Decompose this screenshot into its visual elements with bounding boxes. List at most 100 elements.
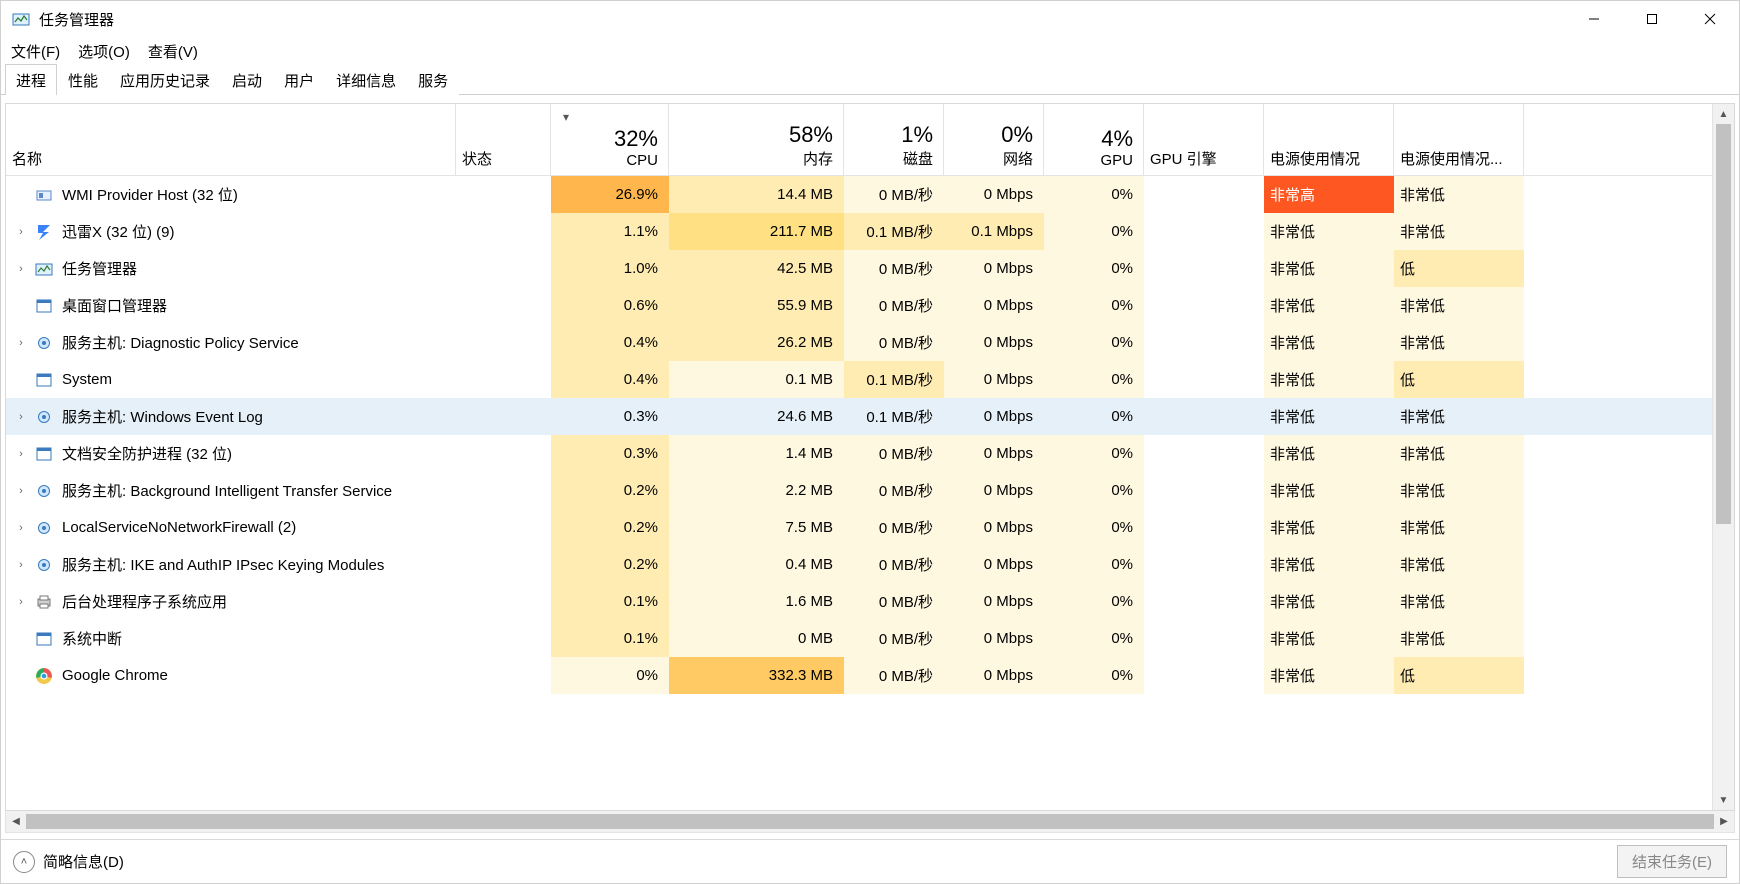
expander-icon[interactable]: › — [14, 337, 28, 349]
net-cell: 0 Mbps — [944, 250, 1044, 287]
mem-cell: 55.9 MB — [669, 287, 844, 324]
expander-icon[interactable]: › — [14, 485, 28, 497]
window-title: 任务管理器 — [39, 9, 114, 30]
table-row[interactable]: ›LocalServiceNoNetworkFirewall (2)0.2%7.… — [6, 509, 1712, 546]
status-cell — [456, 287, 551, 324]
minimize-button[interactable] — [1565, 1, 1623, 37]
tab-6[interactable]: 服务 — [407, 64, 459, 95]
hscrollbar-thumb[interactable] — [26, 814, 1714, 829]
expander-icon[interactable]: › — [14, 411, 28, 423]
expander-icon[interactable]: › — [14, 448, 28, 460]
content: 名称 状态 ▾ 32% CPU 58% 内存 1% 磁盘 — [1, 95, 1739, 839]
expander-icon[interactable]: › — [14, 263, 28, 275]
expander-icon[interactable]: › — [14, 559, 28, 571]
scroll-down-icon[interactable]: ▼ — [1713, 790, 1734, 810]
power-cell: 非常低 — [1264, 398, 1394, 435]
power-trend-cell: 非常低 — [1394, 620, 1524, 657]
menu-view[interactable]: 查看(V) — [148, 41, 198, 62]
process-name-cell[interactable]: System — [6, 361, 456, 398]
table-row[interactable]: ›服务主机: Windows Event Log0.3%24.6 MB0.1 M… — [6, 398, 1712, 435]
process-name-cell[interactable]: ›迅雷X (32 位) (9) — [6, 213, 456, 250]
scroll-up-icon[interactable]: ▲ — [1713, 104, 1734, 124]
mem-cell: 0.4 MB — [669, 546, 844, 583]
process-name: System — [62, 371, 112, 388]
mem-cell: 0 MB — [669, 620, 844, 657]
table-row[interactable]: ›迅雷X (32 位) (9)1.1%211.7 MB0.1 MB/秒0.1 M… — [6, 213, 1712, 250]
col-memory[interactable]: 58% 内存 — [669, 104, 844, 175]
sort-indicator-icon: ▾ — [563, 110, 569, 124]
status-cell — [456, 176, 551, 213]
titlebar[interactable]: 任务管理器 — [1, 1, 1739, 37]
gear-icon — [34, 555, 54, 575]
expander-icon[interactable]: › — [14, 522, 28, 534]
tab-0[interactable]: 进程 — [5, 64, 57, 95]
disk-cell: 0 MB/秒 — [844, 472, 944, 509]
table-row[interactable]: ›任务管理器1.0%42.5 MB0 MB/秒0 Mbps0%非常低低 — [6, 250, 1712, 287]
col-name[interactable]: 名称 — [6, 104, 456, 175]
horizontal-scrollbar[interactable]: ◀ ▶ — [5, 811, 1735, 833]
table-row[interactable]: ›服务主机: Diagnostic Policy Service0.4%26.2… — [6, 324, 1712, 361]
table-row[interactable]: System0.4%0.1 MB0.1 MB/秒0 Mbps0%非常低低 — [6, 361, 1712, 398]
process-name-cell[interactable]: ›后台处理程序子系统应用 — [6, 583, 456, 620]
scroll-right-icon[interactable]: ▶ — [1714, 816, 1734, 827]
process-name-cell[interactable]: › 服务主机: Windows Event Log — [6, 398, 456, 435]
process-name: 服务主机: Background Intelligent Transfer Se… — [62, 480, 392, 501]
process-name: 系统中断 — [62, 628, 122, 649]
table-row[interactable]: 桌面窗口管理器0.6%55.9 MB0 MB/秒0 Mbps0%非常低非常低 — [6, 287, 1712, 324]
vertical-scrollbar[interactable]: ▲ ▼ — [1712, 104, 1734, 810]
process-name-cell[interactable]: ›文档安全防护进程 (32 位) — [6, 435, 456, 472]
disk-cell: 0 MB/秒 — [844, 287, 944, 324]
table-row[interactable]: ›服务主机: IKE and AuthIP IPsec Keying Modul… — [6, 546, 1712, 583]
scrollbar-thumb[interactable] — [1716, 124, 1731, 524]
table-row[interactable]: › 服务主机: Background Intelligent Transfer S… — [6, 472, 1712, 509]
tab-1[interactable]: 性能 — [57, 64, 109, 95]
maximize-button[interactable] — [1623, 1, 1681, 37]
table-row[interactable]: 系统中断0.1%0 MB0 MB/秒0 Mbps0%非常低非常低 — [6, 620, 1712, 657]
tab-3[interactable]: 启动 — [221, 64, 273, 95]
col-network[interactable]: 0% 网络 — [944, 104, 1044, 175]
gpu-engine-cell — [1144, 620, 1264, 657]
process-name-cell[interactable]: › 服务主机: Background Intelligent Transfer S… — [6, 472, 456, 509]
net-cell: 0.1 Mbps — [944, 213, 1044, 250]
close-button[interactable] — [1681, 1, 1739, 37]
scroll-left-icon[interactable]: ◀ — [6, 816, 26, 827]
cpu-cell: 0.4% — [551, 361, 669, 398]
col-gpu-engine[interactable]: GPU 引擎 — [1144, 104, 1264, 175]
table-row[interactable]: Google Chrome0%332.3 MB0 MB/秒0 Mbps0%非常低… — [6, 657, 1712, 694]
process-name: 桌面窗口管理器 — [62, 295, 167, 316]
process-name-cell[interactable]: 桌面窗口管理器 — [6, 287, 456, 324]
col-gpu[interactable]: 4% GPU — [1044, 104, 1144, 175]
tab-5[interactable]: 详细信息 — [325, 64, 407, 95]
mem-cell: 332.3 MB — [669, 657, 844, 694]
dwm-icon — [34, 629, 54, 649]
power-trend-cell: 非常低 — [1394, 509, 1524, 546]
end-task-button[interactable]: 结束任务(E) — [1617, 845, 1727, 878]
mem-cell: 24.6 MB — [669, 398, 844, 435]
process-name-cell[interactable]: ›服务主机: IKE and AuthIP IPsec Keying Modul… — [6, 546, 456, 583]
expander-icon[interactable]: › — [14, 596, 28, 608]
table-row[interactable]: ›文档安全防护进程 (32 位)0.3%1.4 MB0 MB/秒0 Mbps0%… — [6, 435, 1712, 472]
tab-2[interactable]: 应用历史记录 — [109, 64, 221, 95]
menu-options[interactable]: 选项(O) — [78, 41, 130, 62]
net-cell: 0 Mbps — [944, 657, 1044, 694]
col-power-trend[interactable]: 电源使用情况... — [1394, 104, 1524, 175]
tab-4[interactable]: 用户 — [273, 64, 325, 95]
net-cell: 0 Mbps — [944, 324, 1044, 361]
process-name-cell[interactable]: Google Chrome — [6, 657, 456, 694]
process-name-cell[interactable]: ›LocalServiceNoNetworkFirewall (2) — [6, 509, 456, 546]
expander-icon[interactable]: › — [14, 226, 28, 238]
process-name-cell[interactable]: ›服务主机: Diagnostic Policy Service — [6, 324, 456, 361]
process-name-cell[interactable]: 系统中断 — [6, 620, 456, 657]
table-row[interactable]: ›后台处理程序子系统应用0.1%1.6 MB0 MB/秒0 Mbps0%非常低非… — [6, 583, 1712, 620]
process-name: 服务主机: Windows Event Log — [62, 406, 263, 427]
process-name-cell[interactable]: WMI Provider Host (32 位) — [6, 176, 456, 213]
menu-file[interactable]: 文件(F) — [11, 41, 60, 62]
col-power[interactable]: 电源使用情况 — [1264, 104, 1394, 175]
gpu-engine-cell — [1144, 287, 1264, 324]
table-row[interactable]: WMI Provider Host (32 位)26.9%14.4 MB0 MB… — [6, 176, 1712, 213]
fewer-details-button[interactable]: ˄ 简略信息(D) — [13, 851, 124, 873]
col-status[interactable]: 状态 — [456, 104, 551, 175]
col-disk[interactable]: 1% 磁盘 — [844, 104, 944, 175]
process-name-cell[interactable]: ›任务管理器 — [6, 250, 456, 287]
col-cpu[interactable]: ▾ 32% CPU — [551, 104, 669, 175]
